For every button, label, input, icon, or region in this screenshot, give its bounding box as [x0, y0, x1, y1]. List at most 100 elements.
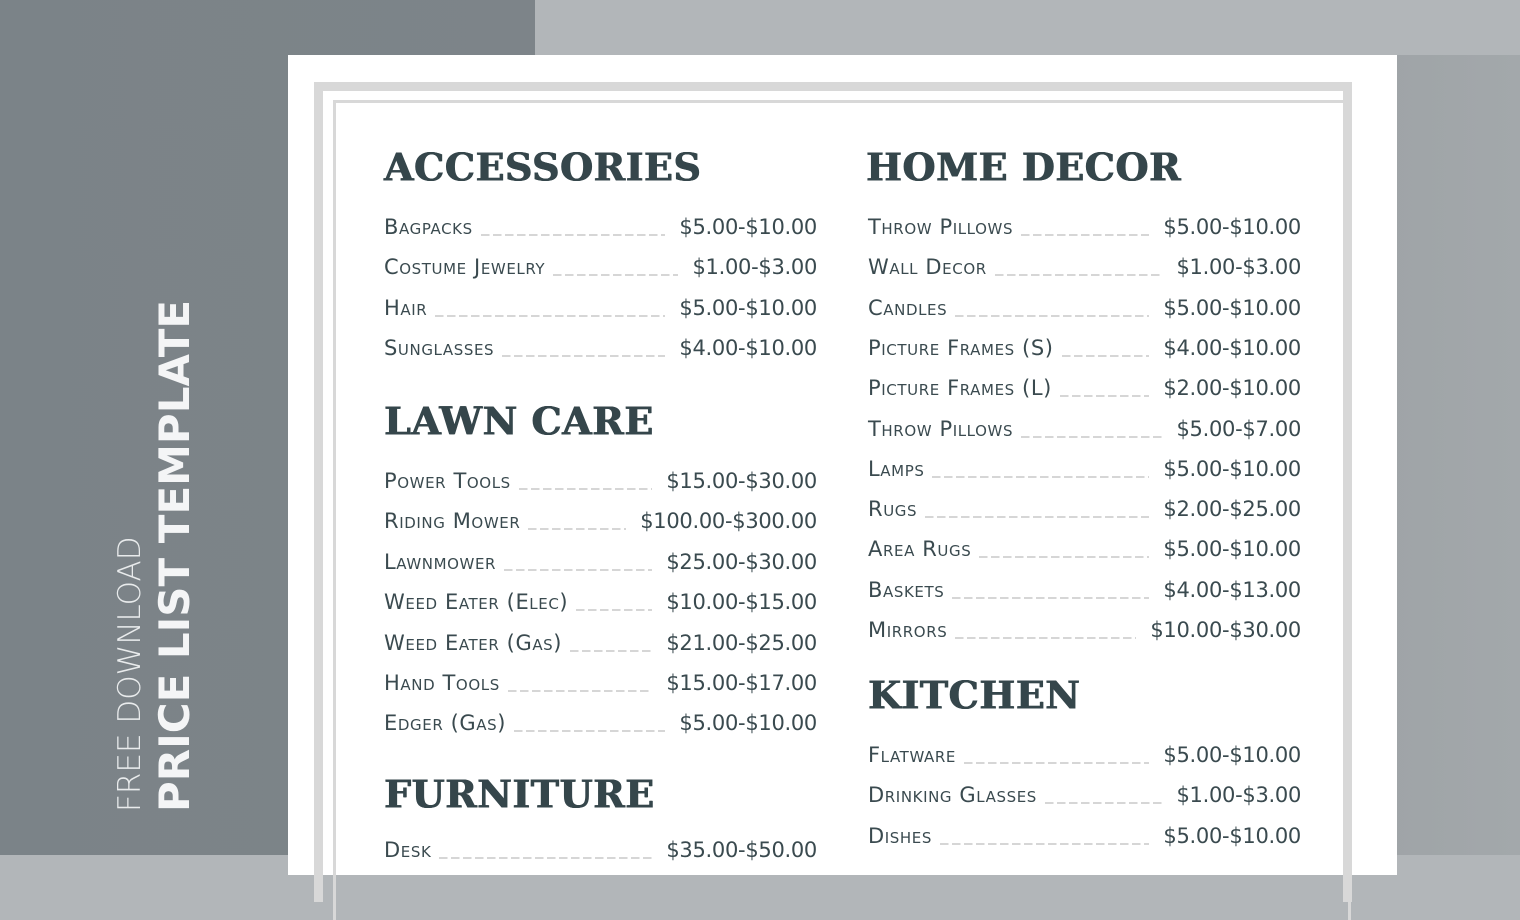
item-name: Power Tools	[384, 469, 511, 493]
item-price: $1.00-$3.00	[1176, 255, 1301, 280]
dotted-leader-line	[979, 556, 1150, 559]
item-name: Weed Eater (Gas)	[384, 630, 563, 655]
price-list-item: Power Tools $15.00-$30.00	[384, 464, 817, 494]
item-name: Drinking Glasses	[868, 783, 1037, 808]
item-name: Bagpacks	[384, 215, 473, 239]
dotted-leader-line	[1021, 234, 1150, 236]
price-list-item: Lawnmower $25.00-$30.00	[384, 545, 817, 575]
price-list-item: Hair $5.00-$10.00	[384, 291, 817, 321]
item-name: Candles	[868, 295, 948, 320]
item-price: $4.00-$10.00	[1163, 335, 1301, 360]
item-name: Picture Frames (S)	[868, 335, 1054, 360]
item-price: $1.00-$3.00	[1176, 783, 1301, 808]
price-list-item: Weed Eater (Elec) $10.00-$15.00	[384, 585, 817, 615]
price-list-item: Riding Mower $100.00-$300.00	[384, 504, 817, 534]
price-list-item: Throw Pillows $5.00-$7.00	[868, 412, 1301, 442]
dotted-leader-line	[994, 274, 1163, 277]
item-price: $2.00-$25.00	[1163, 497, 1301, 522]
item-price: $5.00-$7.00	[1176, 416, 1301, 441]
dotted-leader-line	[1059, 395, 1150, 398]
item-name: Picture Frames (L)	[868, 376, 1052, 401]
banner-subtitle: FREE DOWNLOAD	[112, 536, 148, 812]
item-price: $5.00-$10.00	[679, 295, 817, 320]
item-name: Flatware	[868, 743, 957, 767]
dotted-leader-line	[528, 528, 627, 531]
item-name: Wall Decor	[868, 255, 987, 280]
item-price: $5.00-$10.00	[1163, 537, 1301, 562]
item-name: Desk	[384, 838, 432, 862]
item-price: $10.00-$30.00	[1150, 618, 1301, 642]
dotted-leader-line	[435, 314, 666, 317]
dotted-leader-line	[439, 857, 653, 859]
dotted-leader-line	[955, 314, 1150, 317]
dotted-leader-line	[1021, 435, 1163, 438]
item-name: Baskets	[868, 577, 945, 602]
item-price: $5.00-$10.00	[1163, 743, 1301, 767]
item-price: $5.00-$10.00	[679, 711, 817, 736]
item-name: Hair	[384, 295, 428, 320]
section-title-kitchen: KITCHEN	[868, 671, 1081, 718]
price-list-item: Sunglasses $4.00-$10.00	[384, 331, 817, 361]
price-list-item: Lamps $5.00-$10.00	[868, 452, 1301, 482]
price-list-item: Weed Eater (Gas) $21.00-$25.00	[384, 626, 817, 656]
price-list-item: Rugs $2.00-$25.00	[868, 492, 1301, 522]
item-name: Edger (Gas)	[384, 711, 507, 736]
price-list-item: Area Rugs $5.00-$10.00	[868, 532, 1301, 562]
item-price: $5.00-$10.00	[679, 215, 817, 239]
price-list-item: Drinking Glasses $1.00-$3.00	[868, 778, 1301, 808]
price-list-item: Throw Pillows $5.00-$10.00	[868, 210, 1301, 240]
section-title-furniture: FURNITURE	[384, 770, 655, 817]
price-list-item: Desk $35.00-$50.00	[384, 833, 817, 863]
item-name: Hand Tools	[384, 671, 500, 695]
item-name: Area Rugs	[868, 537, 972, 562]
banner-title: PRICE LIST TEMPLATE	[150, 299, 199, 812]
item-name: Lawnmower	[384, 549, 497, 574]
item-price: $5.00-$10.00	[1163, 215, 1301, 239]
item-price: $35.00-$50.00	[666, 838, 817, 862]
price-list-item: Costume Jewelry $1.00-$3.00	[384, 250, 817, 280]
dotted-leader-line	[1061, 354, 1150, 357]
item-price: $100.00-$300.00	[640, 509, 817, 534]
price-list-item: Baskets $4.00-$13.00	[868, 573, 1301, 603]
dotted-leader-line	[514, 730, 666, 733]
item-name: Costume Jewelry	[384, 255, 546, 280]
price-list-item: Picture Frames (S) $4.00-$10.00	[868, 331, 1301, 361]
item-name: Dishes	[868, 823, 932, 848]
section-title-accessories: ACCESSORIES	[384, 143, 702, 190]
dotted-leader-line	[570, 649, 653, 652]
item-price: $2.00-$10.00	[1163, 376, 1301, 401]
item-price: $1.00-$3.00	[692, 255, 817, 280]
side-banner: FREE DOWNLOAD PRICE LIST TEMPLATE	[110, 300, 200, 812]
item-name: Sunglasses	[384, 336, 495, 361]
price-list-item: Dishes $5.00-$10.00	[868, 819, 1301, 849]
item-price: $21.00-$25.00	[666, 630, 817, 655]
dotted-leader-line	[502, 355, 666, 358]
item-name: Throw Pillows	[868, 416, 1014, 441]
dotted-leader-line	[932, 475, 1150, 478]
item-price: $5.00-$10.00	[1163, 823, 1301, 848]
price-list-item: Bagpacks $5.00-$10.00	[384, 210, 817, 240]
dotted-leader-line	[964, 762, 1150, 764]
item-price: $4.00-$13.00	[1163, 577, 1301, 602]
dotted-leader-line	[925, 516, 1150, 519]
item-price: $5.00-$10.00	[1163, 456, 1301, 481]
item-price: $15.00-$17.00	[666, 671, 817, 695]
price-list-item: Edger (Gas) $5.00-$10.00	[384, 706, 817, 736]
dotted-leader-line	[1044, 802, 1163, 805]
item-name: Throw Pillows	[868, 215, 1014, 239]
price-list-item: Wall Decor $1.00-$3.00	[868, 250, 1301, 280]
dotted-leader-line	[553, 274, 679, 277]
dotted-leader-line	[940, 842, 1150, 845]
item-price: $10.00-$15.00	[666, 590, 817, 615]
price-list-item: Picture Frames (L) $2.00-$10.00	[868, 371, 1301, 401]
price-list-item: Candles $5.00-$10.00	[868, 291, 1301, 321]
dotted-leader-line	[518, 488, 653, 490]
dotted-leader-line	[480, 234, 666, 236]
price-list-item: Mirrors $10.00-$30.00	[868, 613, 1301, 643]
dotted-leader-line	[955, 637, 1137, 639]
dotted-leader-line	[952, 596, 1150, 599]
item-name: Weed Eater (Elec)	[384, 590, 569, 615]
price-list-item: Flatware $5.00-$10.00	[868, 738, 1301, 768]
dotted-leader-line	[504, 568, 653, 571]
section-title-home-decor: HOME DECOR	[866, 143, 1182, 190]
